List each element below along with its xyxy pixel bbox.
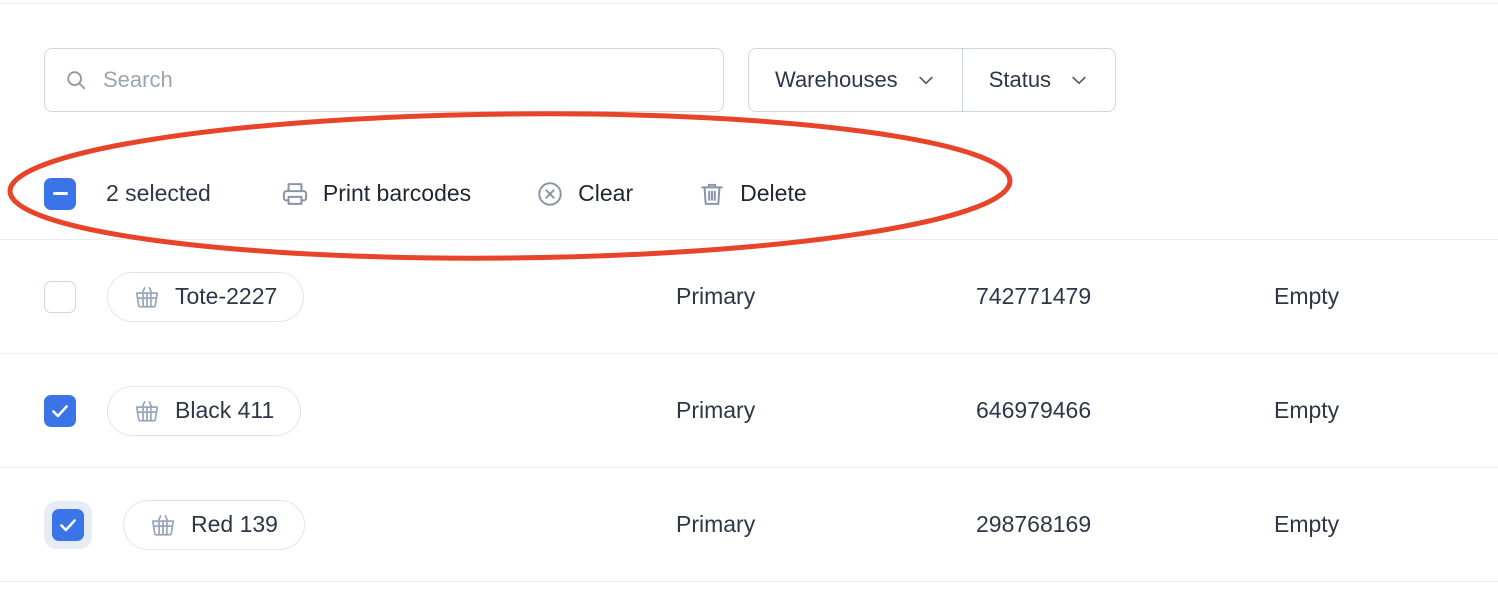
warehouses-filter-label: Warehouses <box>775 67 898 92</box>
status-cell: Empty <box>1274 283 1340 309</box>
trash-icon <box>698 180 726 208</box>
tote-name: Red 139 <box>191 511 278 537</box>
code-cell: 742771479 <box>976 283 1092 309</box>
warehouse-cell: Primary <box>676 511 756 537</box>
clear-selection-button[interactable]: Clear <box>536 180 633 208</box>
chevron-down-icon <box>1069 70 1089 90</box>
warehouse-cell: Primary <box>676 283 756 309</box>
select-all-checkbox[interactable] <box>44 177 76 210</box>
code-cell: 298768169 <box>976 511 1092 537</box>
indeterminate-dash-icon <box>52 191 68 196</box>
delete-button[interactable]: Delete <box>698 180 807 208</box>
top-divider <box>0 3 1498 4</box>
tote-name: Black 411 <box>175 397 275 423</box>
selection-toolbar: 2 selected Print barcodes Clear Delete <box>0 148 1498 240</box>
status-filter-button[interactable]: Status <box>963 49 1115 111</box>
basket-icon <box>150 512 176 538</box>
status-cell: Empty <box>1274 397 1340 423</box>
table-row[interactable]: Red 139 Primary 298768169 Empty <box>0 468 1498 582</box>
tote-chip[interactable]: Red 139 <box>123 499 305 550</box>
basket-icon <box>134 398 160 424</box>
filter-bar: Warehouses Status <box>44 48 1117 112</box>
row-checkbox[interactable] <box>44 394 76 427</box>
tote-chip[interactable]: Tote-2227 <box>107 271 305 322</box>
status-cell: Empty <box>1274 511 1340 537</box>
clear-label: Clear <box>578 180 634 206</box>
warehouses-filter-button[interactable]: Warehouses <box>749 49 963 111</box>
table-row[interactable]: Tote-2227 Primary 742771479 Empty <box>0 240 1498 354</box>
table-row[interactable]: Black 411 Primary 646979466 Empty <box>0 354 1498 468</box>
check-icon <box>50 401 70 421</box>
delete-label: Delete <box>740 180 807 206</box>
selected-count-label: 2 selected <box>106 180 211 206</box>
row-checkbox[interactable] <box>52 508 84 541</box>
search-input[interactable] <box>103 67 703 93</box>
search-icon <box>65 69 87 91</box>
status-filter-label: Status <box>988 67 1052 92</box>
row-checkbox-focus-ring <box>44 500 92 549</box>
basket-icon <box>134 284 160 310</box>
print-barcodes-label: Print barcodes <box>322 180 472 206</box>
printer-icon <box>281 180 309 208</box>
check-icon <box>58 515 78 535</box>
code-cell: 646979466 <box>976 397 1092 423</box>
search-box[interactable] <box>44 48 724 112</box>
filter-group: Warehouses Status <box>748 48 1117 112</box>
print-barcodes-button[interactable]: Print barcodes <box>281 180 471 208</box>
row-checkbox[interactable] <box>44 280 76 313</box>
close-circle-icon <box>536 180 564 208</box>
warehouse-cell: Primary <box>676 397 756 423</box>
chevron-down-icon <box>916 70 936 90</box>
tote-chip[interactable]: Black 411 <box>107 385 302 436</box>
tote-name: Tote-2227 <box>175 283 278 309</box>
